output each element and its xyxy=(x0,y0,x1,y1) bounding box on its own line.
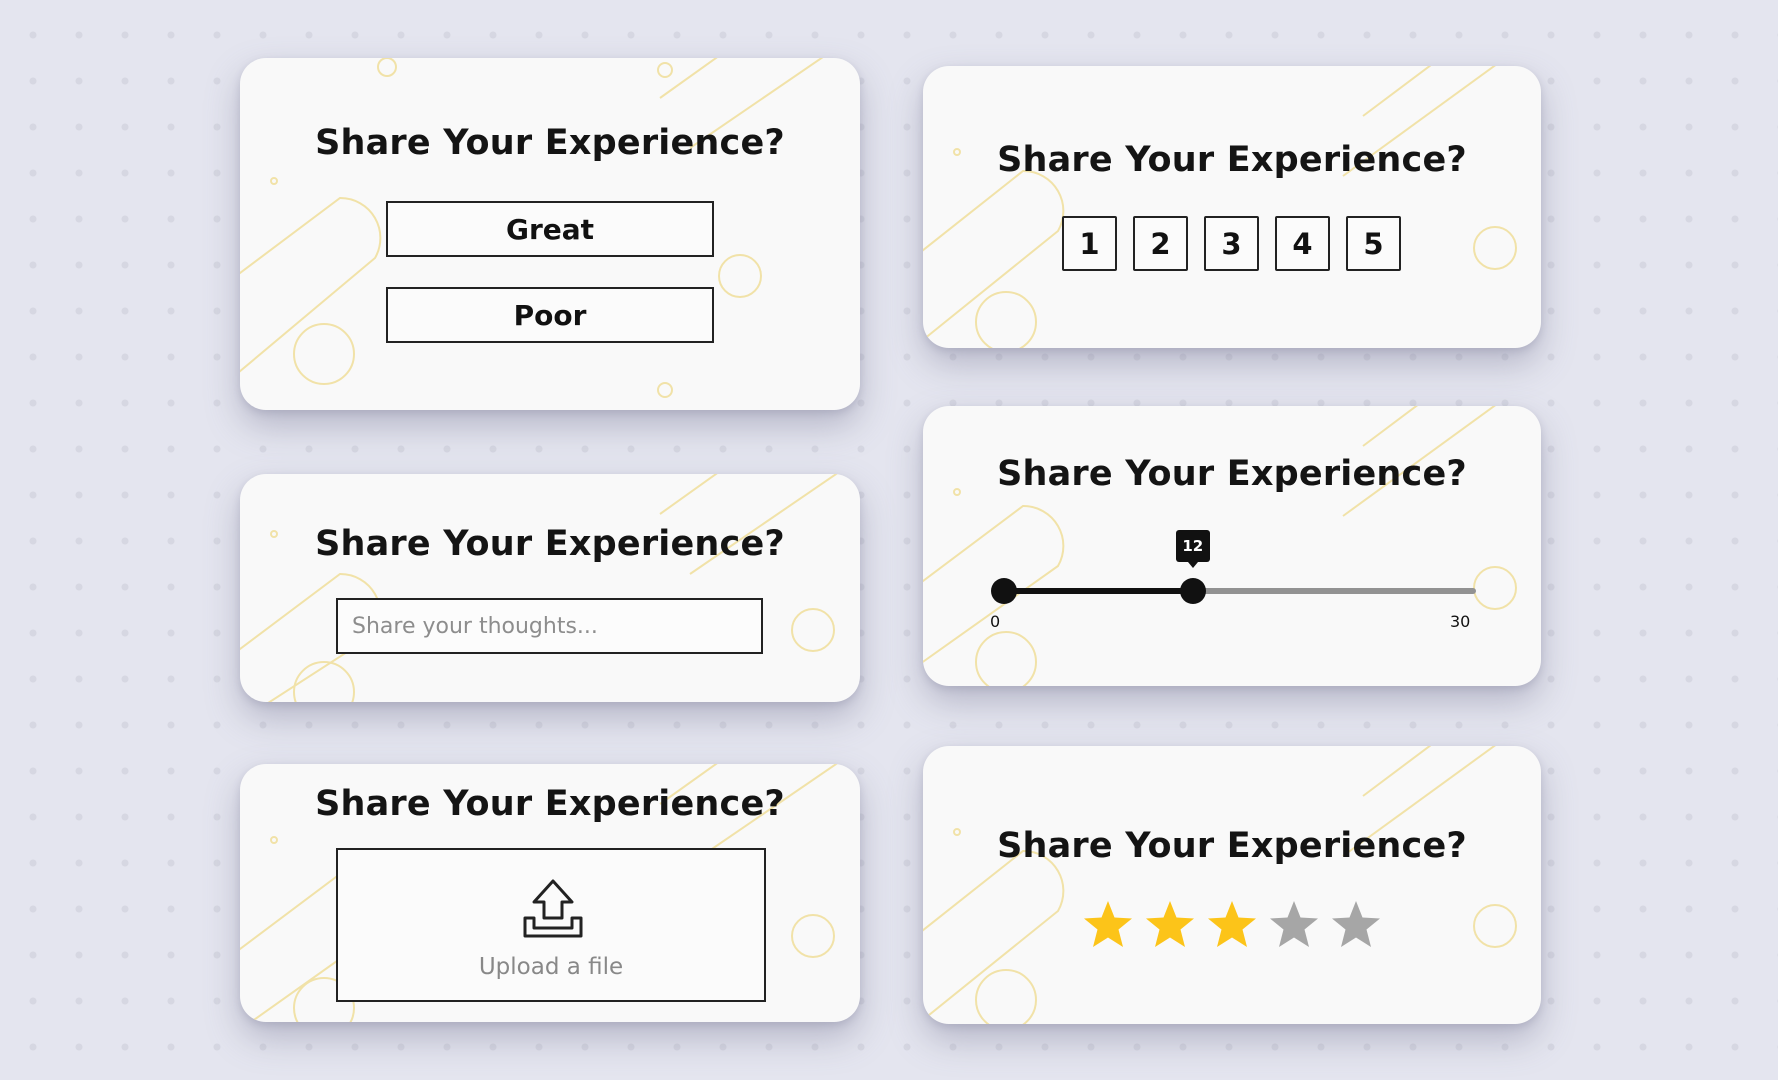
slider-fill xyxy=(1004,588,1193,594)
rating-option-2[interactable]: 2 xyxy=(1133,216,1188,271)
slider-value-tooltip: 12 xyxy=(1175,530,1210,568)
card-title: Share Your Experience? xyxy=(315,524,785,564)
slider-track[interactable] xyxy=(1004,588,1476,594)
number-rating-card: Share Your Experience? 1 2 3 4 5 xyxy=(923,66,1541,348)
star-empty-icon[interactable] xyxy=(1329,898,1383,952)
upload-dropzone[interactable]: Upload a file xyxy=(336,848,766,1002)
card-decoration xyxy=(923,746,1517,1024)
upload-card: Share Your Experience? Upload a file xyxy=(240,764,860,1022)
star-filled-icon[interactable] xyxy=(1205,898,1259,952)
slider-min-label: 0 xyxy=(990,612,1001,631)
slider-handle[interactable] xyxy=(1179,578,1206,604)
thoughts-input[interactable] xyxy=(336,598,763,654)
card-decoration xyxy=(240,474,838,702)
star-rating-card: Share Your Experience? xyxy=(923,746,1541,1024)
card-decoration xyxy=(923,406,1517,686)
card-decoration xyxy=(923,66,1517,348)
text-feedback-card: Share Your Experience? xyxy=(240,474,860,702)
card-title: Share Your Experience? xyxy=(997,140,1467,180)
rating-option-5[interactable]: 5 xyxy=(1346,216,1401,271)
card-title: Share Your Experience? xyxy=(997,454,1467,494)
star-empty-icon[interactable] xyxy=(1267,898,1321,952)
card-title: Share Your Experience? xyxy=(997,826,1467,866)
card-title: Share Your Experience? xyxy=(315,123,785,163)
star-filled-icon[interactable] xyxy=(1081,898,1135,952)
upload-label: Upload a file xyxy=(478,954,624,980)
poor-button[interactable]: Poor xyxy=(386,287,714,343)
great-button[interactable]: Great xyxy=(386,201,714,257)
upload-icon xyxy=(523,879,583,938)
slider-min-knob xyxy=(991,578,1017,604)
choice-card: Share Your Experience? Great Poor xyxy=(240,58,860,410)
star-filled-icon[interactable] xyxy=(1143,898,1197,952)
rating-option-1[interactable]: 1 xyxy=(1062,216,1117,271)
rating-option-4[interactable]: 4 xyxy=(1275,216,1330,271)
rating-option-3[interactable]: 3 xyxy=(1204,216,1259,271)
card-title: Share Your Experience? xyxy=(315,784,785,824)
slider-card: Share Your Experience? 12 0 30 xyxy=(923,406,1541,686)
slider-max-label: 30 xyxy=(1450,612,1471,631)
